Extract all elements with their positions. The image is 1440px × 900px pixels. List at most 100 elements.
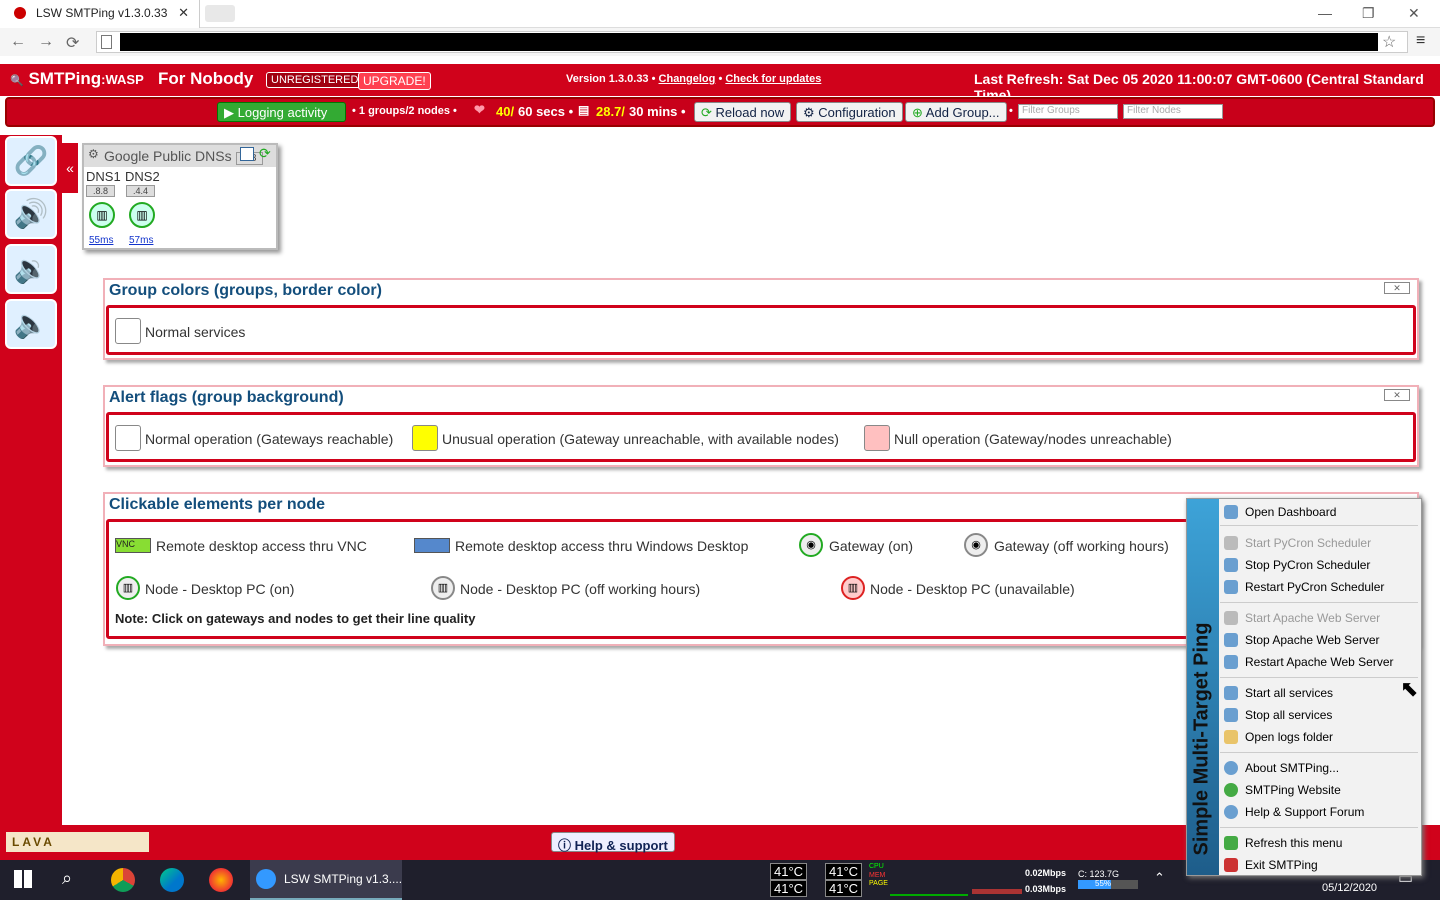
menu-item-stop-all[interactable]: Stop all services <box>1220 704 1418 726</box>
panel-note: Note: Click on gateways and nodes to get… <box>115 611 476 626</box>
panel-title: Alert flags (group background) <box>109 389 344 406</box>
exit-icon <box>1224 858 1238 872</box>
restore-icon[interactable]: ❐ <box>1362 5 1375 22</box>
restart-icon <box>1224 655 1238 669</box>
collapse-sidebar-button[interactable]: « <box>62 143 78 193</box>
legend-label: Normal operation (Gateways reachable) <box>145 431 394 447</box>
node-latency-link[interactable]: 55ms <box>89 235 113 246</box>
node-ip: .4.4 <box>126 185 156 197</box>
menu-separator <box>1220 525 1418 526</box>
reload-icon[interactable]: ⟳ <box>66 33 79 53</box>
stop-icon <box>1224 558 1238 572</box>
browser-tab[interactable]: LSW SMTPing v1.3.0.33 ✕ <box>0 0 200 28</box>
refresh-icon: ⟳ <box>701 105 716 120</box>
menu-item-start-pycron[interactable]: Start PyCron Scheduler <box>1220 532 1418 554</box>
menu-separator <box>1220 677 1418 678</box>
menu-item-open-dashboard[interactable]: Open Dashboard <box>1220 501 1418 523</box>
speaker-arrow-icon[interactable]: 🔉 <box>5 244 57 294</box>
close-window-icon[interactable]: ✕ <box>1408 5 1420 22</box>
menu-label: Start PyCron Scheduler <box>1245 536 1372 550</box>
disk-label: C: 123.7G <box>1078 869 1120 879</box>
add-group-button[interactable]: ⊕ Add Group... <box>905 102 1007 122</box>
check-updates-link[interactable]: Check for updates <box>725 73 821 85</box>
version-text: Version 1.3.0.33 • <box>566 73 656 85</box>
logging-activity-button[interactable]: ▶ Logging activity <box>217 102 346 122</box>
legend-label: Remote desktop access thru VNC <box>156 538 367 554</box>
forward-icon[interactable]: → <box>38 33 54 51</box>
menu-label: Start Apache Web Server <box>1245 611 1381 625</box>
close-icon[interactable]: ✕ <box>1384 282 1410 294</box>
menu-item-exit[interactable]: Exit SMTPing <box>1220 854 1418 876</box>
menu-label: Stop PyCron Scheduler <box>1245 558 1371 572</box>
cpu-label: CPU <box>869 863 884 870</box>
settings-icon[interactable]: ⚙ <box>88 147 99 161</box>
upgrade-button[interactable]: UPGRADE! <box>358 72 431 90</box>
filter-groups-input[interactable]: Filter Groups <box>1018 104 1118 119</box>
refresh-group-icon[interactable]: ⟳ <box>259 145 271 162</box>
search-icon[interactable]: ⌕ <box>62 868 72 889</box>
chart-icon[interactable] <box>240 147 254 161</box>
menu-item-open-logs[interactable]: Open logs folder <box>1220 726 1418 748</box>
menu-label: Open Dashboard <box>1245 505 1337 519</box>
menu-item-stop-apache[interactable]: Stop Apache Web Server <box>1220 629 1418 651</box>
menu-item-about[interactable]: About SMTPing... <box>1220 757 1418 779</box>
start-icon <box>1224 611 1238 625</box>
windows-start-icon[interactable] <box>14 870 32 888</box>
folder-icon <box>1224 730 1238 744</box>
node-unavailable-icon: ▥ <box>841 576 865 600</box>
stop-icon <box>1224 708 1238 722</box>
menu-item-restart-apache[interactable]: Restart Apache Web Server <box>1220 651 1418 673</box>
brand-sub: :WASP <box>101 72 144 87</box>
menu-item-stop-pycron[interactable]: Stop PyCron Scheduler <box>1220 554 1418 576</box>
node-latency-link[interactable]: 57ms <box>129 235 153 246</box>
legend-label: Gateway (off working hours) <box>994 538 1169 554</box>
app-brand: 🔍 SMTPing:WASP <box>10 69 144 89</box>
node-status-icon[interactable]: ▥ <box>89 202 115 228</box>
speaker-icon[interactable]: 🔊 <box>5 189 57 239</box>
net-download: 0.03Mbps <box>1025 884 1067 894</box>
configuration-button[interactable]: ⚙ Configuration <box>796 102 903 122</box>
menu-label: About SMTPing... <box>1245 761 1340 775</box>
log-file-icon: ▤ <box>578 103 590 117</box>
node-name: DNS1 <box>86 169 121 184</box>
link-icon[interactable]: 🔗 <box>5 136 57 186</box>
tab-close-icon[interactable]: ✕ <box>178 5 189 21</box>
dashboard-icon <box>1224 505 1238 519</box>
group-card-header: ⚙ Google Public DNSs 8.8 ⟳ <box>84 145 276 167</box>
bookmark-star-icon[interactable]: ☆ <box>1382 32 1396 52</box>
filter-nodes-input[interactable]: Filter Nodes <box>1123 104 1223 119</box>
menu-item-help-forum[interactable]: Help & Support Forum <box>1220 801 1418 823</box>
firefox-icon[interactable] <box>209 868 233 892</box>
speaker-settings-icon[interactable]: 🔈 <box>5 299 57 349</box>
back-icon[interactable]: ← <box>10 33 26 51</box>
node-status-icon[interactable]: ▥ <box>129 202 155 228</box>
changelog-link[interactable]: Changelog <box>659 73 716 85</box>
menu-item-start-all[interactable]: Start all services <box>1220 682 1418 704</box>
menu-item-start-apache[interactable]: Start Apache Web Server <box>1220 607 1418 629</box>
taskbar-date: 05/12/2020 <box>1322 882 1378 894</box>
node-name: DNS2 <box>125 169 160 184</box>
play-icon: ▶ <box>224 105 238 120</box>
new-tab-button[interactable] <box>205 5 235 22</box>
tray-chevron-icon[interactable]: ⌃ <box>1154 870 1165 886</box>
chrome-icon[interactable] <box>111 868 135 892</box>
plus-icon: ⊕ <box>912 105 926 120</box>
browser-menu-icon[interactable]: ≡ <box>1416 32 1425 50</box>
legend-label: Unusual operation (Gateway unreachable, … <box>442 431 839 447</box>
menu-label: Stop Apache Web Server <box>1245 633 1380 647</box>
refresh-icon <box>1224 836 1238 850</box>
reload-now-button[interactable]: ⟳ Reload now <box>694 102 792 122</box>
menu-item-restart-pycron[interactable]: Restart PyCron Scheduler <box>1220 576 1418 598</box>
minimize-icon[interactable]: — <box>1318 5 1332 21</box>
help-support-button[interactable]: ⓘ Help & support <box>551 832 675 853</box>
menu-item-refresh-menu[interactable]: Refresh this menu <box>1220 832 1418 854</box>
help-icon: ⓘ <box>558 838 575 853</box>
edge-icon[interactable] <box>160 868 184 892</box>
menu-item-website[interactable]: SMTPing Website <box>1220 779 1418 801</box>
panel-title: Clickable elements per node <box>109 496 326 513</box>
tab-title: LSW SMTPing v1.3.0.33 <box>36 6 168 20</box>
node-off-icon: ▥ <box>431 576 455 600</box>
close-icon[interactable]: ✕ <box>1384 389 1410 401</box>
mins-label: 30 mins • <box>629 104 686 119</box>
temp-readout: 41°C <box>825 880 863 897</box>
